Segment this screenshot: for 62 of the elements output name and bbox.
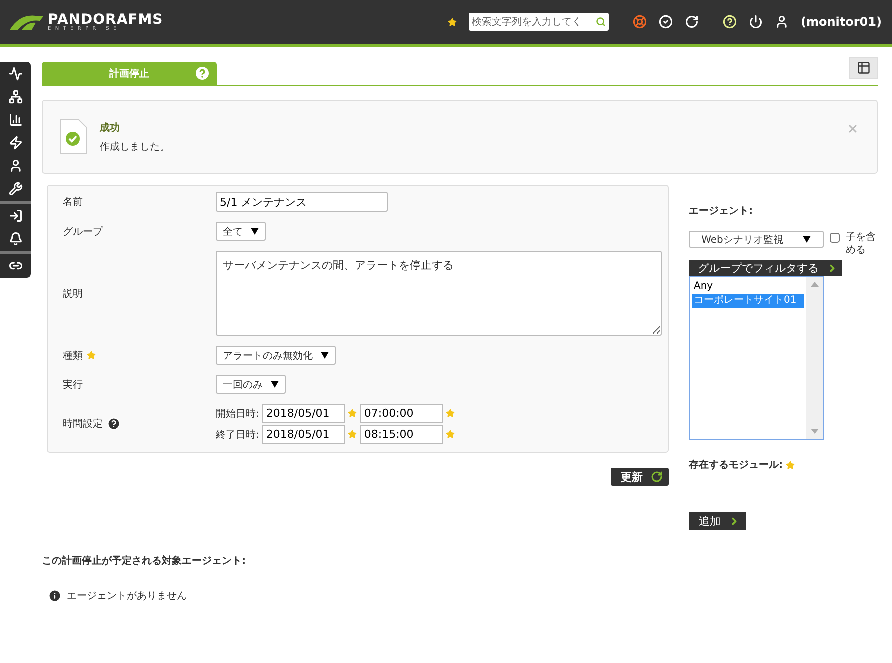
- time-field[interactable]: 07:00:00: [360, 404, 444, 423]
- field-label: 名前: [63, 196, 83, 209]
- modules-label: 存在するモジュール:: [689, 458, 783, 472]
- date-field[interactable]: 2018/05/01: [262, 404, 346, 423]
- message-text: 作成しました。: [100, 140, 170, 154]
- date-label: 開始日時:: [216, 408, 260, 420]
- name-field[interactable]: 5/1 メンテナンス: [216, 192, 388, 212]
- logo-text: PANDORAFMS: [48, 12, 164, 26]
- agent-list[interactable]: Any コーポレートサイト01: [689, 276, 824, 440]
- user-name[interactable]: (monitor01): [801, 15, 882, 29]
- info-icon: [48, 589, 62, 603]
- caret-icon: [251, 228, 259, 235]
- field-label: 時間設定: [63, 418, 103, 431]
- message-title: 成功: [100, 122, 121, 134]
- checkbox[interactable]: [830, 233, 840, 243]
- list-item[interactable]: Any: [692, 280, 804, 294]
- dropdown[interactable]: アラートのみ無効化: [216, 346, 336, 365]
- required-star-icon: [448, 18, 458, 26]
- activity-icon[interactable]: [8, 67, 22, 81]
- agent-label: エージェント:: [689, 205, 754, 218]
- refresh-icon: [651, 471, 663, 483]
- section-heading: この計画停止が予定される対象エージェント:: [42, 554, 247, 568]
- caret-icon: [321, 352, 329, 359]
- dropdown[interactable]: 全て: [216, 222, 266, 241]
- lightning-icon[interactable]: [8, 136, 22, 150]
- wrench-icon[interactable]: [8, 182, 22, 196]
- add-button[interactable]: 追加: [689, 512, 746, 530]
- field-label: 種類: [63, 350, 83, 362]
- dropdown[interactable]: 一回のみ: [216, 375, 286, 394]
- bell-icon[interactable]: [8, 232, 22, 246]
- field-label: 実行: [63, 378, 83, 392]
- logo-icon: [10, 14, 44, 30]
- lifebuoy-icon[interactable]: [633, 15, 648, 29]
- check-circle-icon[interactable]: [659, 15, 674, 29]
- field-label: 説明: [63, 288, 83, 300]
- bar-chart-icon[interactable]: [8, 113, 22, 127]
- empty-message: エージェントがありません: [67, 590, 187, 603]
- caret-icon: [803, 236, 812, 243]
- user-icon[interactable]: [775, 15, 790, 29]
- power-icon[interactable]: [749, 15, 764, 29]
- filter-button[interactable]: グループでフィルタする: [689, 260, 842, 276]
- required-star-icon: [786, 460, 795, 470]
- caret-icon: [271, 381, 279, 388]
- date-field[interactable]: 2018/05/01: [262, 425, 346, 444]
- success-document-icon: [60, 119, 88, 155]
- network-icon[interactable]: [8, 90, 22, 104]
- date-label: 終了日時:: [216, 428, 260, 442]
- login-icon[interactable]: [8, 209, 22, 223]
- required-star-icon: [87, 351, 96, 360]
- table-icon: [856, 61, 870, 75]
- update-button[interactable]: 更新: [611, 468, 669, 486]
- help-icon[interactable]: [723, 15, 738, 29]
- agent-group-dropdown[interactable]: Webシナリオ監視: [689, 231, 824, 248]
- user-icon[interactable]: [8, 159, 22, 173]
- checkbox-label: 子を含める: [846, 231, 877, 257]
- time-field[interactable]: 08:15:00: [360, 425, 444, 444]
- description-field[interactable]: サーバメンテナンスの間、アラートを停止する: [216, 251, 662, 336]
- field-label: グループ: [63, 226, 103, 238]
- refresh-icon[interactable]: [685, 15, 700, 29]
- required-star-icon: [446, 409, 456, 418]
- list-view-button[interactable]: [849, 57, 878, 79]
- required-star-icon: [446, 430, 456, 439]
